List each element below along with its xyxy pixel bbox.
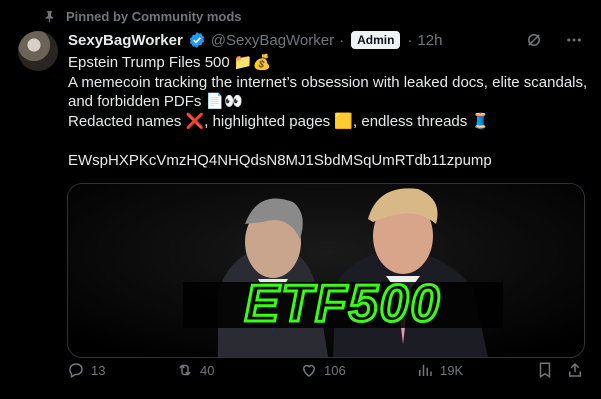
post-line: Redacted names ❌, highlighted pages 🟨, e… [68, 112, 491, 130]
like-count: 106 [324, 362, 346, 378]
views-button[interactable]: 19K [416, 361, 463, 379]
post-line: Epstein Trump Files 500 📁💰 [68, 54, 272, 71]
repost-icon [179, 364, 191, 376]
avatar[interactable] [18, 31, 58, 71]
repost-count: 40 [200, 362, 215, 378]
post-text: Epstein Trump Files 500 📁💰 A memecoin tr… [68, 53, 588, 170]
post-header: SexyBagWorker @SexyBagWorker · Admin · 1… [68, 31, 442, 49]
separator-dot: · [339, 31, 345, 49]
author-name[interactable]: SexyBagWorker [68, 32, 183, 49]
separator-dot: · [407, 31, 413, 49]
pinned-label: Pinned by Community mods [66, 9, 242, 24]
like-button[interactable]: 106 [300, 361, 346, 379]
pin-icon [45, 11, 54, 23]
author-handle[interactable]: @SexyBagWorker [211, 32, 334, 49]
contract-address: EWspHXPKcVmzHQ4NHQdsN8MJ1SbdMSqUmRTdb11z… [68, 151, 492, 169]
share-button[interactable] [566, 361, 584, 379]
bookmark-button[interactable] [536, 361, 554, 379]
post-line: A memecoin tracking the internet’s obses… [68, 73, 588, 91]
reply-icon [69, 363, 83, 379]
reply-button[interactable]: 13 [67, 361, 105, 379]
pinned-indicator: Pinned by Community mods [43, 9, 242, 24]
post-top-icons [525, 31, 583, 49]
reply-count: 13 [91, 362, 106, 378]
bookmark-icon [539, 362, 551, 379]
heart-icon [302, 364, 316, 377]
views-chart-icon [419, 364, 432, 376]
post-media-image[interactable]: ETF500 [67, 183, 585, 358]
media-overlay-text: ETF500 [245, 275, 442, 333]
post-line: and forbidden PDFs 📄👀 [68, 93, 243, 110]
more-options-icon[interactable] [565, 31, 583, 49]
share-icon [569, 362, 581, 377]
view-count: 19K [440, 362, 464, 378]
grok-icon[interactable] [525, 31, 543, 49]
post-time[interactable]: 12h [417, 32, 442, 49]
admin-badge: Admin [351, 31, 401, 49]
verified-badge-icon [189, 32, 204, 48]
repost-button[interactable]: 40 [176, 361, 214, 379]
